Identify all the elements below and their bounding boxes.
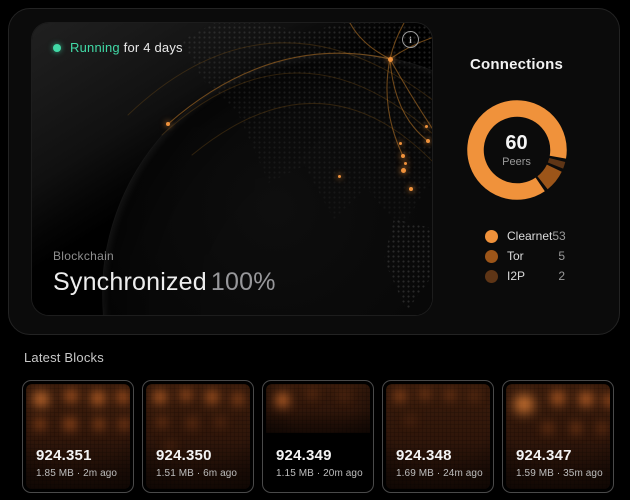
block-meta: 1.51 MB · 6m ago xyxy=(156,468,237,479)
legend-label: Tor xyxy=(507,249,558,263)
peer-count-label: Peers xyxy=(502,156,531,168)
info-icon[interactable]: i xyxy=(402,31,419,48)
peer-dot xyxy=(166,122,170,126)
block-meta: 1.69 MB · 24m ago xyxy=(396,468,483,479)
block-height: 924.348 xyxy=(396,447,483,464)
block-meta: 1.15 MB · 20m ago xyxy=(276,468,363,479)
peer-count: 60 xyxy=(505,133,527,154)
node-overview-card: Running for 4 days i Blockchain Synchron… xyxy=(8,8,620,335)
node-status: Running for 4 days xyxy=(53,40,183,55)
peer-dot xyxy=(401,154,405,158)
peer-dot xyxy=(426,139,430,143)
peer-dot xyxy=(401,168,406,173)
status-uptime-label: for 4 days xyxy=(120,40,183,55)
legend-row-clearnet: Clearnet 53 xyxy=(485,226,565,246)
peer-dot xyxy=(388,57,393,62)
connections-donut-chart: 60 Peers xyxy=(467,100,567,200)
block-height: 924.347 xyxy=(516,447,603,464)
block-fill-texture xyxy=(266,384,370,433)
tor-dot-icon xyxy=(485,250,498,263)
legend-label: Clearnet xyxy=(507,229,552,243)
block-height: 924.349 xyxy=(276,447,363,464)
block-preview: 924.347 1.59 MB · 35m ago xyxy=(506,384,610,489)
block-preview: 924.350 1.51 MB · 6m ago xyxy=(146,384,250,489)
sync-text: Synchronized xyxy=(53,268,207,296)
connections-panel: Connections 60 Peers Clearnet 53 Tor 5 I… xyxy=(439,9,619,334)
legend-label: I2P xyxy=(507,269,558,283)
i2p-dot-icon xyxy=(485,270,498,283)
block-preview: 924.348 1.69 MB · 24m ago xyxy=(386,384,490,489)
latest-blocks-row: 924.351 1.85 MB · 2m ago 924.350 1.51 MB… xyxy=(22,380,614,493)
clearnet-dot-icon xyxy=(485,230,498,243)
blockchain-sync-card: Running for 4 days i Blockchain Synchron… xyxy=(31,22,433,316)
latest-blocks-title: Latest Blocks xyxy=(24,350,104,365)
status-dot-icon xyxy=(53,44,61,52)
block-card[interactable]: 924.350 1.51 MB · 6m ago xyxy=(142,380,254,493)
donut-center: 60 Peers xyxy=(467,100,567,200)
legend-value: 5 xyxy=(558,249,565,263)
block-height: 924.351 xyxy=(36,447,117,464)
legend-value: 53 xyxy=(552,229,565,243)
peer-dot xyxy=(425,125,428,128)
peer-dot xyxy=(338,175,341,178)
peer-dot xyxy=(409,187,413,191)
status-text: Running for 4 days xyxy=(70,40,183,55)
sync-label: Blockchain xyxy=(53,249,276,263)
block-meta: 1.59 MB · 35m ago xyxy=(516,468,603,479)
block-preview: 924.351 1.85 MB · 2m ago xyxy=(26,384,130,489)
sync-status: Blockchain Synchronized100% xyxy=(53,249,276,297)
legend-value: 2 xyxy=(558,269,565,283)
block-card[interactable]: 924.349 1.15 MB · 20m ago xyxy=(262,380,374,493)
block-height: 924.350 xyxy=(156,447,237,464)
sync-value: Synchronized100% xyxy=(53,268,276,297)
block-card[interactable]: 924.351 1.85 MB · 2m ago xyxy=(22,380,134,493)
legend-row-i2p: I2P 2 xyxy=(485,266,565,286)
connections-title: Connections xyxy=(439,56,594,73)
peer-dot xyxy=(404,162,407,165)
block-preview: 924.349 1.15 MB · 20m ago xyxy=(266,384,370,489)
sync-percent: 100% xyxy=(211,268,276,296)
connections-legend: Clearnet 53 Tor 5 I2P 2 xyxy=(485,226,565,286)
block-meta: 1.85 MB · 2m ago xyxy=(36,468,117,479)
block-card[interactable]: 924.348 1.69 MB · 24m ago xyxy=(382,380,494,493)
peer-dot xyxy=(399,142,402,145)
legend-row-tor: Tor 5 xyxy=(485,246,565,266)
status-running-label: Running xyxy=(70,40,120,55)
block-card[interactable]: 924.347 1.59 MB · 35m ago xyxy=(502,380,614,493)
